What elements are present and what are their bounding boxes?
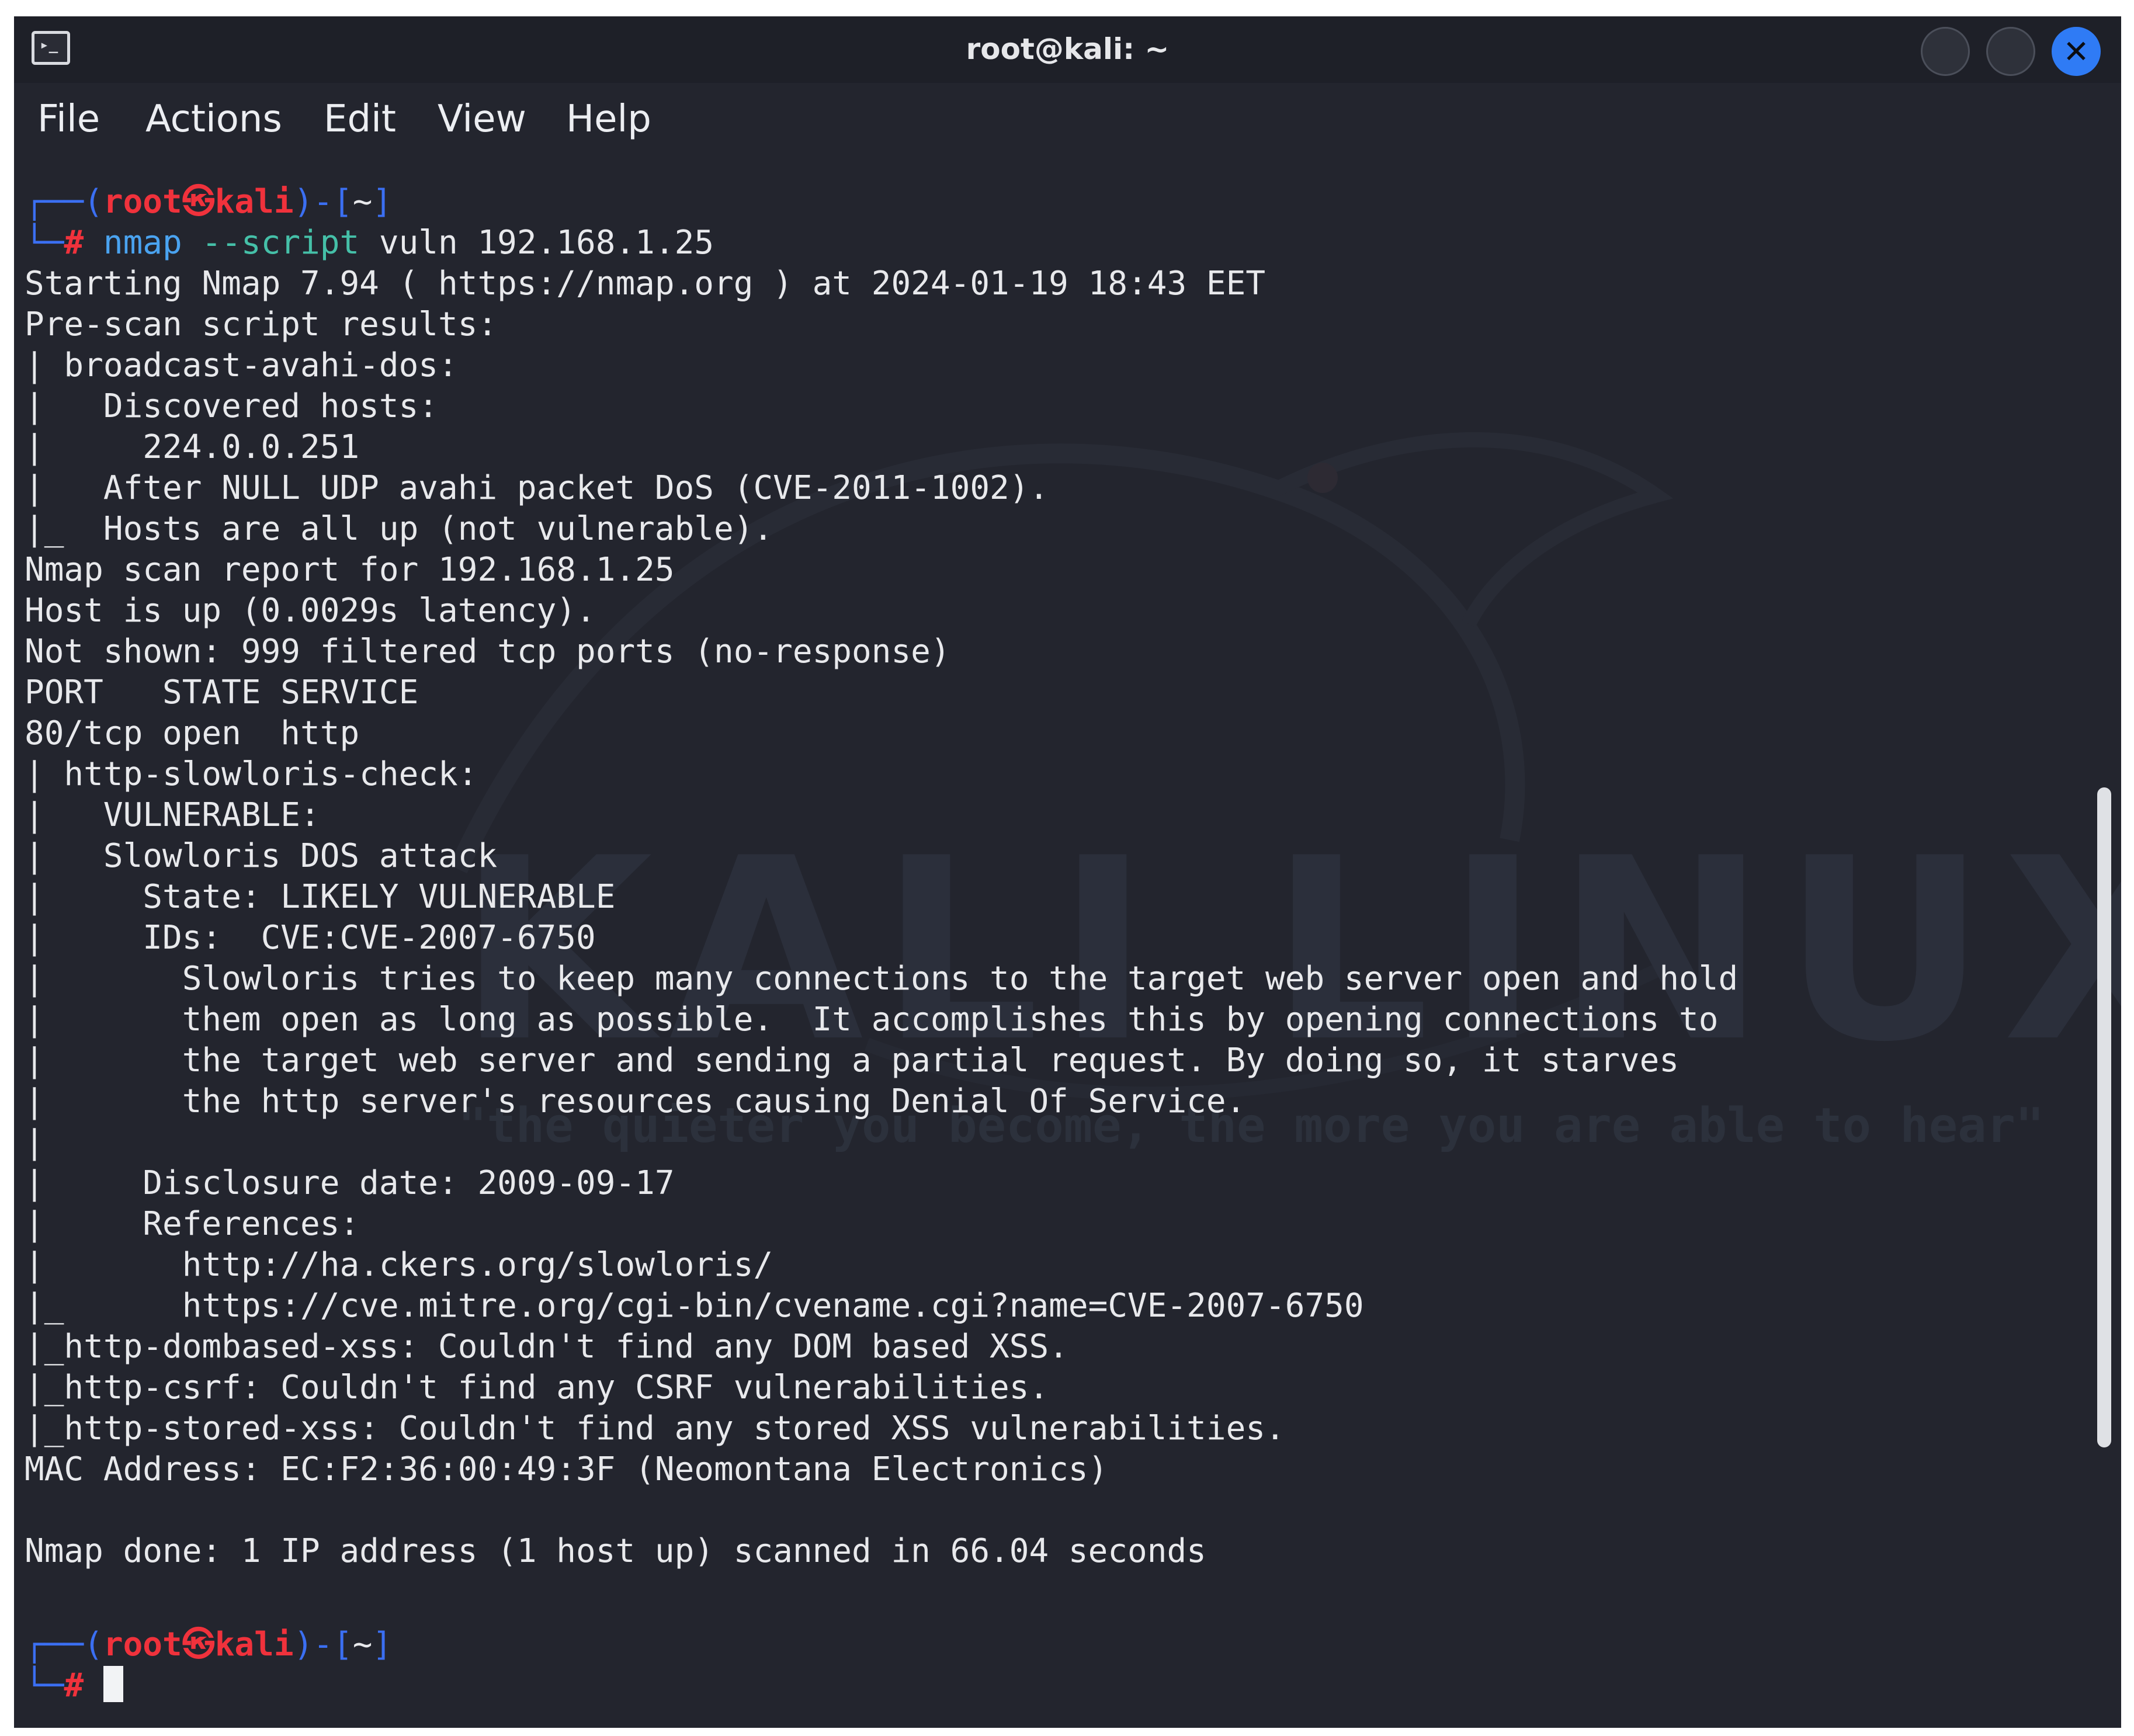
minimize-button[interactable] [1921, 27, 1970, 76]
output-line: | IDs: CVE:CVE-2007-6750 [25, 919, 596, 957]
prompt-line: ┌──(root㉿kali)-[~] [25, 1626, 393, 1664]
output-line: Pre-scan script results: [25, 305, 498, 343]
menu-view[interactable]: View [438, 98, 526, 140]
output-line: | http-slowloris-check: [25, 755, 478, 793]
output-line: |_ https://cve.mitre.org/cgi-bin/cvename… [25, 1287, 1364, 1325]
input-line[interactable]: └─# [25, 1665, 123, 1707]
output-line: | broadcast-avahi-dos: [25, 346, 458, 384]
prompt-line: ┌──(root㉿kali)-[~] [25, 183, 393, 221]
maximize-button[interactable] [1986, 27, 2035, 76]
output-line: 80/tcp open http [25, 714, 360, 752]
close-button[interactable]: ✕ [2052, 27, 2101, 76]
output-line: Not shown: 999 filtered tcp ports (no-re… [25, 633, 950, 671]
scrollbar[interactable] [2097, 787, 2111, 1447]
output-line: |_ Hosts are all up (not vulnerable). [25, 510, 773, 548]
output-line: Nmap scan report for 192.168.1.25 [25, 551, 675, 589]
output-line: | the http server's resources causing De… [25, 1082, 1246, 1120]
output-line: | Discovered hosts: [25, 387, 439, 425]
title-bar[interactable]: ▸_ root@kali: ~ ✕ [14, 16, 2121, 83]
output-line: | them open as long as possible. It acco… [25, 1001, 1719, 1039]
command-line: └─# nmap --script vuln 192.168.1.25 [25, 224, 714, 262]
output-line: Starting Nmap 7.94 ( https://nmap.org ) … [25, 265, 1266, 303]
output-line: | Disclosure date: 2009-09-17 [25, 1164, 675, 1202]
terminal-output[interactable]: ┌──(root㉿kali)-[~] └─# nmap --script vul… [14, 152, 2121, 1728]
output-line: |_http-csrf: Couldn't find any CSRF vuln… [25, 1369, 1049, 1407]
output-line: PORT STATE SERVICE [25, 673, 419, 711]
output-line: | 224.0.0.251 [25, 428, 360, 466]
menu-bar: File Actions Edit View Help [14, 83, 2121, 152]
window-title: root@kali: ~ [966, 32, 1170, 66]
output-line: |_http-dombased-xss: Couldn't find any D… [25, 1328, 1068, 1366]
output-line: MAC Address: EC:F2:36:00:49:3F (Neomonta… [25, 1450, 1108, 1488]
close-icon: ✕ [2063, 33, 2090, 70]
output-line: | http://ha.ckers.org/slowloris/ [25, 1246, 773, 1284]
output-line: | [25, 1123, 44, 1161]
menu-edit[interactable]: Edit [324, 98, 396, 140]
output-line: Nmap done: 1 IP address (1 host up) scan… [25, 1532, 1206, 1570]
output-line: |_http-stored-xss: Couldn't find any sto… [25, 1409, 1285, 1447]
menu-actions[interactable]: Actions [145, 98, 282, 140]
output-line: | References: [25, 1205, 360, 1243]
output-line: | State: LIKELY VULNERABLE [25, 878, 616, 916]
output-line: | Slowloris tries to keep many connectio… [25, 960, 1739, 998]
output-line: | the target web server and sending a pa… [25, 1041, 1680, 1079]
text-cursor [103, 1666, 123, 1702]
output-line: | After NULL UDP avahi packet DoS (CVE-2… [25, 469, 1049, 507]
terminal-window: KALI LINUX "the quieter you become, the … [14, 16, 2121, 1728]
output-line: | VULNERABLE: [25, 796, 320, 834]
output-line: Host is up (0.0029s latency). [25, 592, 596, 630]
menu-file[interactable]: File [37, 98, 100, 140]
output-line: | Slowloris DOS attack [25, 837, 498, 875]
menu-help[interactable]: Help [566, 98, 651, 140]
